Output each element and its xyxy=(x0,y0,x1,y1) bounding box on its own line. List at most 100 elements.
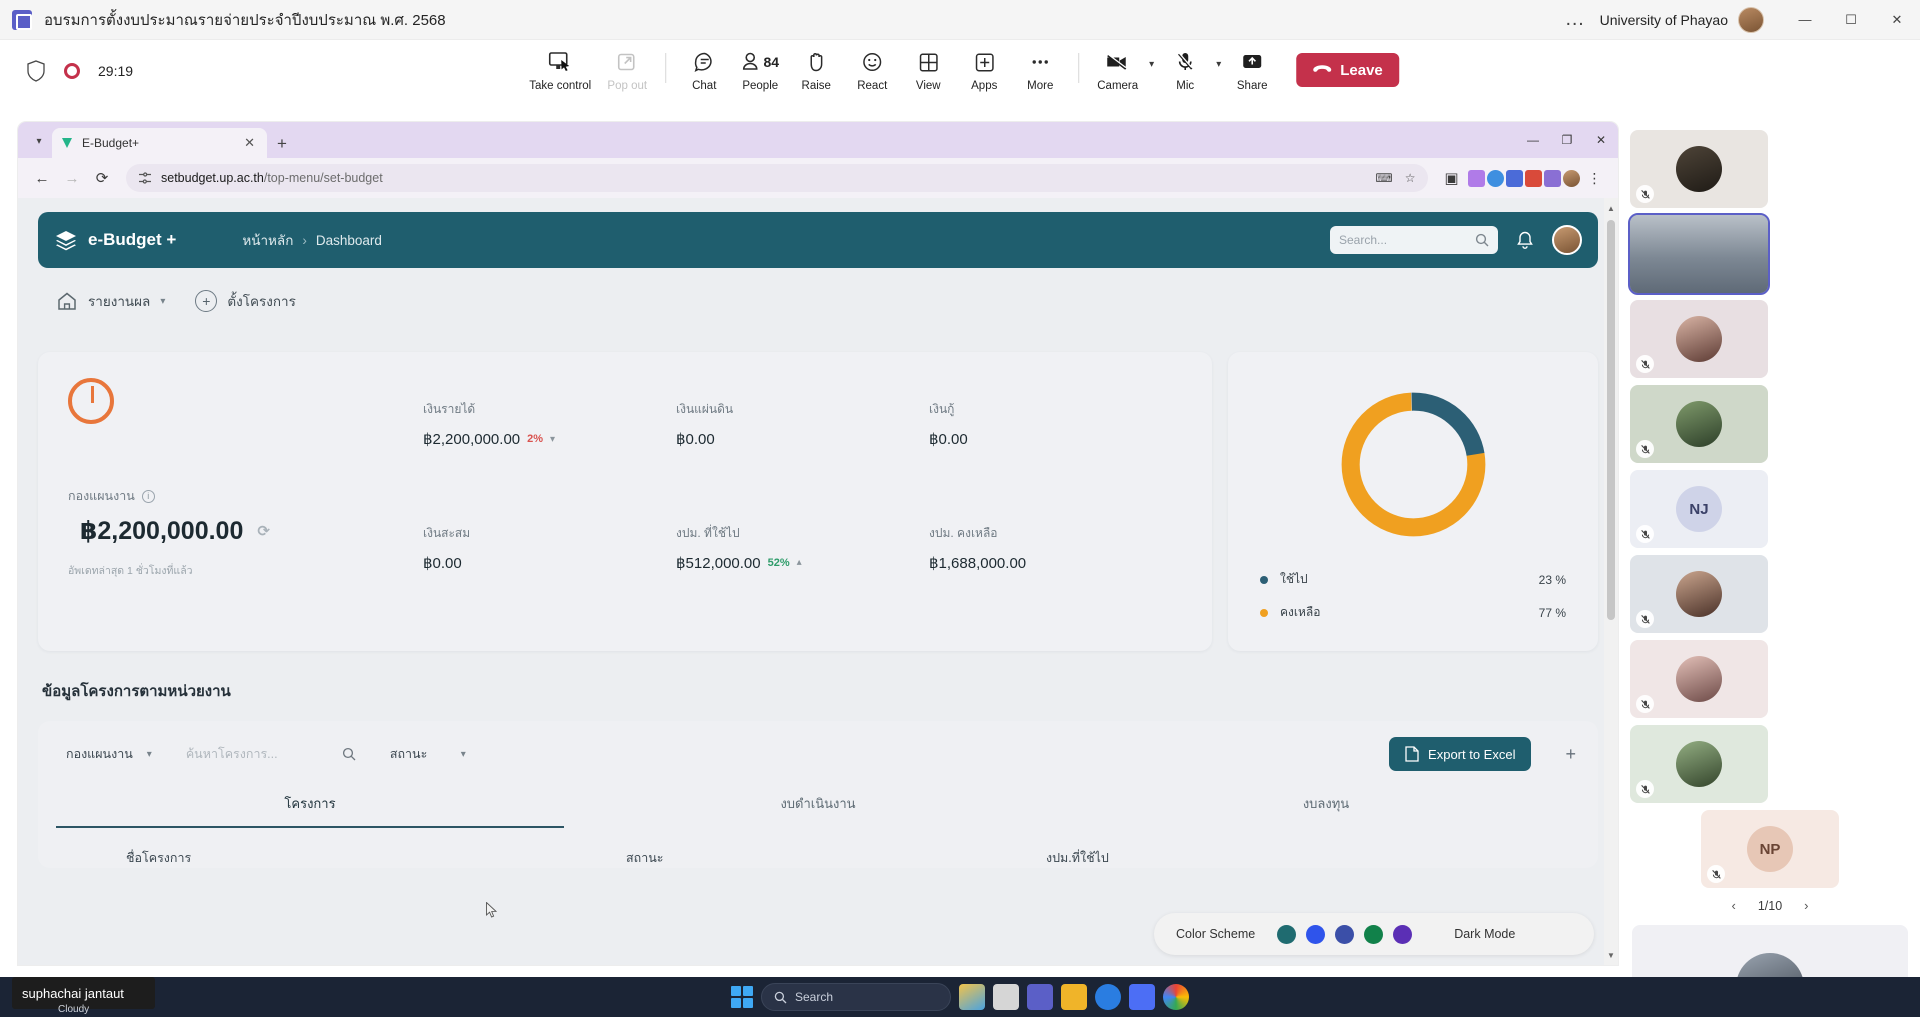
subnav-item-create-project[interactable]: + ตั้งโครงการ xyxy=(195,290,296,312)
titlebar-more-icon[interactable]: … xyxy=(1551,8,1600,31)
page-scrollbar[interactable]: ▲ ▼ xyxy=(1604,198,1618,965)
profile-avatar-icon[interactable] xyxy=(1562,169,1580,187)
unit-filter-select[interactable]: กองแผนงาน ▾ xyxy=(56,738,162,770)
tab-operating-budget[interactable]: งบดำเนินงาน xyxy=(564,793,1072,828)
dark-mode-toggle[interactable]: Dark Mode xyxy=(1454,927,1515,941)
chat-button[interactable]: Chat xyxy=(676,45,732,92)
donut-chart-svg xyxy=(1341,392,1485,537)
raise-hand-button[interactable]: Raise xyxy=(788,45,844,92)
projects-filters: กองแผนงาน ▾ ค้นหาโครงการ... สถานะ ▾ Expo… xyxy=(56,737,1580,771)
notifications-bell-icon[interactable] xyxy=(1516,231,1534,250)
taskbar-app-chrome-icon[interactable] xyxy=(1163,984,1189,1010)
summary-updated-text: อัพเดทล่าสุด 1 ชั่วโมงที่แล้ว xyxy=(68,565,193,577)
share-button[interactable]: Share xyxy=(1224,45,1280,92)
color-swatch-green[interactable] xyxy=(1364,924,1384,944)
new-tab-button[interactable]: + xyxy=(267,134,297,154)
apps-button[interactable]: Apps xyxy=(956,45,1012,92)
translate-icon[interactable]: ⌨ xyxy=(1375,171,1392,185)
react-button[interactable]: React xyxy=(844,45,900,92)
taskbar-app-explorer-icon[interactable] xyxy=(959,984,985,1010)
back-icon[interactable]: ← xyxy=(28,164,56,192)
color-swatch-teal[interactable] xyxy=(1277,924,1297,944)
export-to-excel-button[interactable]: Export to Excel xyxy=(1389,737,1532,771)
tab-search-chevron-down-icon[interactable]: ▾ xyxy=(26,127,52,155)
taskbar-app-word-icon[interactable] xyxy=(993,984,1019,1010)
extension-icon-1[interactable] xyxy=(1467,169,1485,187)
header-avatar[interactable] xyxy=(1552,225,1582,255)
tab-projects[interactable]: โครงการ xyxy=(56,793,564,828)
browser-tab[interactable]: E-Budget+ ✕ xyxy=(52,128,267,158)
share-label: Share xyxy=(1236,80,1268,92)
raise-label: Raise xyxy=(801,80,831,92)
participant-tile-np[interactable]: NP xyxy=(1701,810,1839,888)
taskbar-app-files-icon[interactable] xyxy=(1061,984,1087,1010)
scroll-up-icon[interactable]: ▲ xyxy=(1604,200,1618,216)
mic-button[interactable]: Mic xyxy=(1157,45,1213,92)
stat-value: ฿0.00 xyxy=(423,554,462,572)
info-icon[interactable]: i xyxy=(141,489,155,503)
reload-icon[interactable]: ⟳ xyxy=(88,164,116,192)
color-swatch-blue[interactable] xyxy=(1306,924,1326,944)
browser-maximize-button[interactable]: ❐ xyxy=(1550,122,1584,158)
user-avatar[interactable] xyxy=(1738,6,1764,33)
project-search-input[interactable]: ค้นหาโครงการ... xyxy=(176,738,366,770)
participant-tile-room[interactable] xyxy=(1628,213,1770,295)
header-search-input[interactable]: Search... xyxy=(1330,226,1498,254)
extension-icon-3[interactable] xyxy=(1505,169,1523,187)
tab-close-icon[interactable]: ✕ xyxy=(240,135,259,151)
forward-icon[interactable]: → xyxy=(58,164,86,192)
taskbar-search-input[interactable]: Search xyxy=(761,983,951,1011)
taskbar-app-edge-icon[interactable] xyxy=(1095,984,1121,1010)
mic-options-chevron-down-icon[interactable]: ▾ xyxy=(1213,59,1224,70)
scrollbar-thumb[interactable] xyxy=(1607,220,1615,620)
participant-tile-4[interactable] xyxy=(1630,385,1768,463)
take-control-button[interactable]: Take control xyxy=(521,45,599,92)
teams-logo-icon xyxy=(12,9,32,30)
teams-close-button[interactable]: ✕ xyxy=(1874,0,1920,40)
breadcrumb-home[interactable]: หน้าหลัก xyxy=(242,229,293,251)
bookmark-star-icon[interactable]: ☆ xyxy=(1405,171,1416,185)
site-favicon-icon xyxy=(62,138,72,148)
color-swatch-indigo[interactable] xyxy=(1335,924,1355,944)
pager-prev-icon[interactable]: ‹ xyxy=(1731,898,1735,913)
teams-maximize-button[interactable]: ☐ xyxy=(1828,0,1874,40)
participant-tile-1[interactable] xyxy=(1630,130,1768,208)
view-button[interactable]: View xyxy=(900,45,956,92)
subnav-chevron-down-icon[interactable]: ▾ xyxy=(160,296,165,307)
participant-tile-3[interactable] xyxy=(1630,300,1768,378)
subnav-item-reports[interactable]: รายงานผล ▾ xyxy=(56,290,165,312)
leave-button[interactable]: Leave xyxy=(1296,53,1399,87)
tab-investment-budget[interactable]: งบลงทุน xyxy=(1072,793,1580,828)
people-button[interactable]: 84 People xyxy=(732,45,788,92)
participant-tile-nj[interactable]: NJ xyxy=(1630,470,1768,548)
more-button[interactable]: More xyxy=(1012,45,1068,92)
app-brand[interactable]: e-Budget + xyxy=(54,229,176,251)
extension-puzzle-icon[interactable]: ▣ xyxy=(1438,164,1466,192)
color-swatch-purple[interactable] xyxy=(1393,924,1413,944)
camera-options-chevron-down-icon[interactable]: ▾ xyxy=(1146,59,1157,70)
taskbar-app-teams-icon[interactable] xyxy=(1027,984,1053,1010)
start-button-icon[interactable] xyxy=(731,986,753,1008)
camera-button[interactable]: Camera xyxy=(1089,45,1146,92)
participant-tile-7[interactable] xyxy=(1630,640,1768,718)
status-filter-select[interactable]: สถานะ ▾ xyxy=(380,738,476,770)
pager-next-icon[interactable]: › xyxy=(1804,898,1808,913)
scroll-down-icon[interactable]: ▼ xyxy=(1604,947,1618,963)
legend-color-remaining-icon xyxy=(1260,608,1268,617)
browser-menu-icon[interactable]: ⋮ xyxy=(1582,170,1609,187)
refresh-icon[interactable]: ⟳ xyxy=(257,522,270,540)
extension-icon-5[interactable] xyxy=(1543,169,1561,187)
react-label: React xyxy=(857,80,888,92)
teams-title-bar: อบรมการตั้งงบประมาณรายจ่ายประจำปีงบประมา… xyxy=(0,0,1920,40)
teams-minimize-button[interactable]: — xyxy=(1782,0,1828,40)
participant-tile-8[interactable] xyxy=(1630,725,1768,803)
participant-tile-6[interactable] xyxy=(1630,555,1768,633)
extension-icon-4[interactable] xyxy=(1524,169,1542,187)
add-project-button[interactable]: + xyxy=(1561,744,1580,765)
pop-out-button[interactable]: Pop out xyxy=(599,45,655,92)
browser-close-button[interactable]: ✕ xyxy=(1584,122,1618,158)
taskbar-app-outlook-icon[interactable] xyxy=(1129,984,1155,1010)
extension-icon-2[interactable] xyxy=(1486,169,1504,187)
browser-minimize-button[interactable]: — xyxy=(1516,122,1550,158)
address-bar[interactable]: setbudget.up.ac.th/top-menu/set-budget ⌨… xyxy=(126,164,1428,192)
